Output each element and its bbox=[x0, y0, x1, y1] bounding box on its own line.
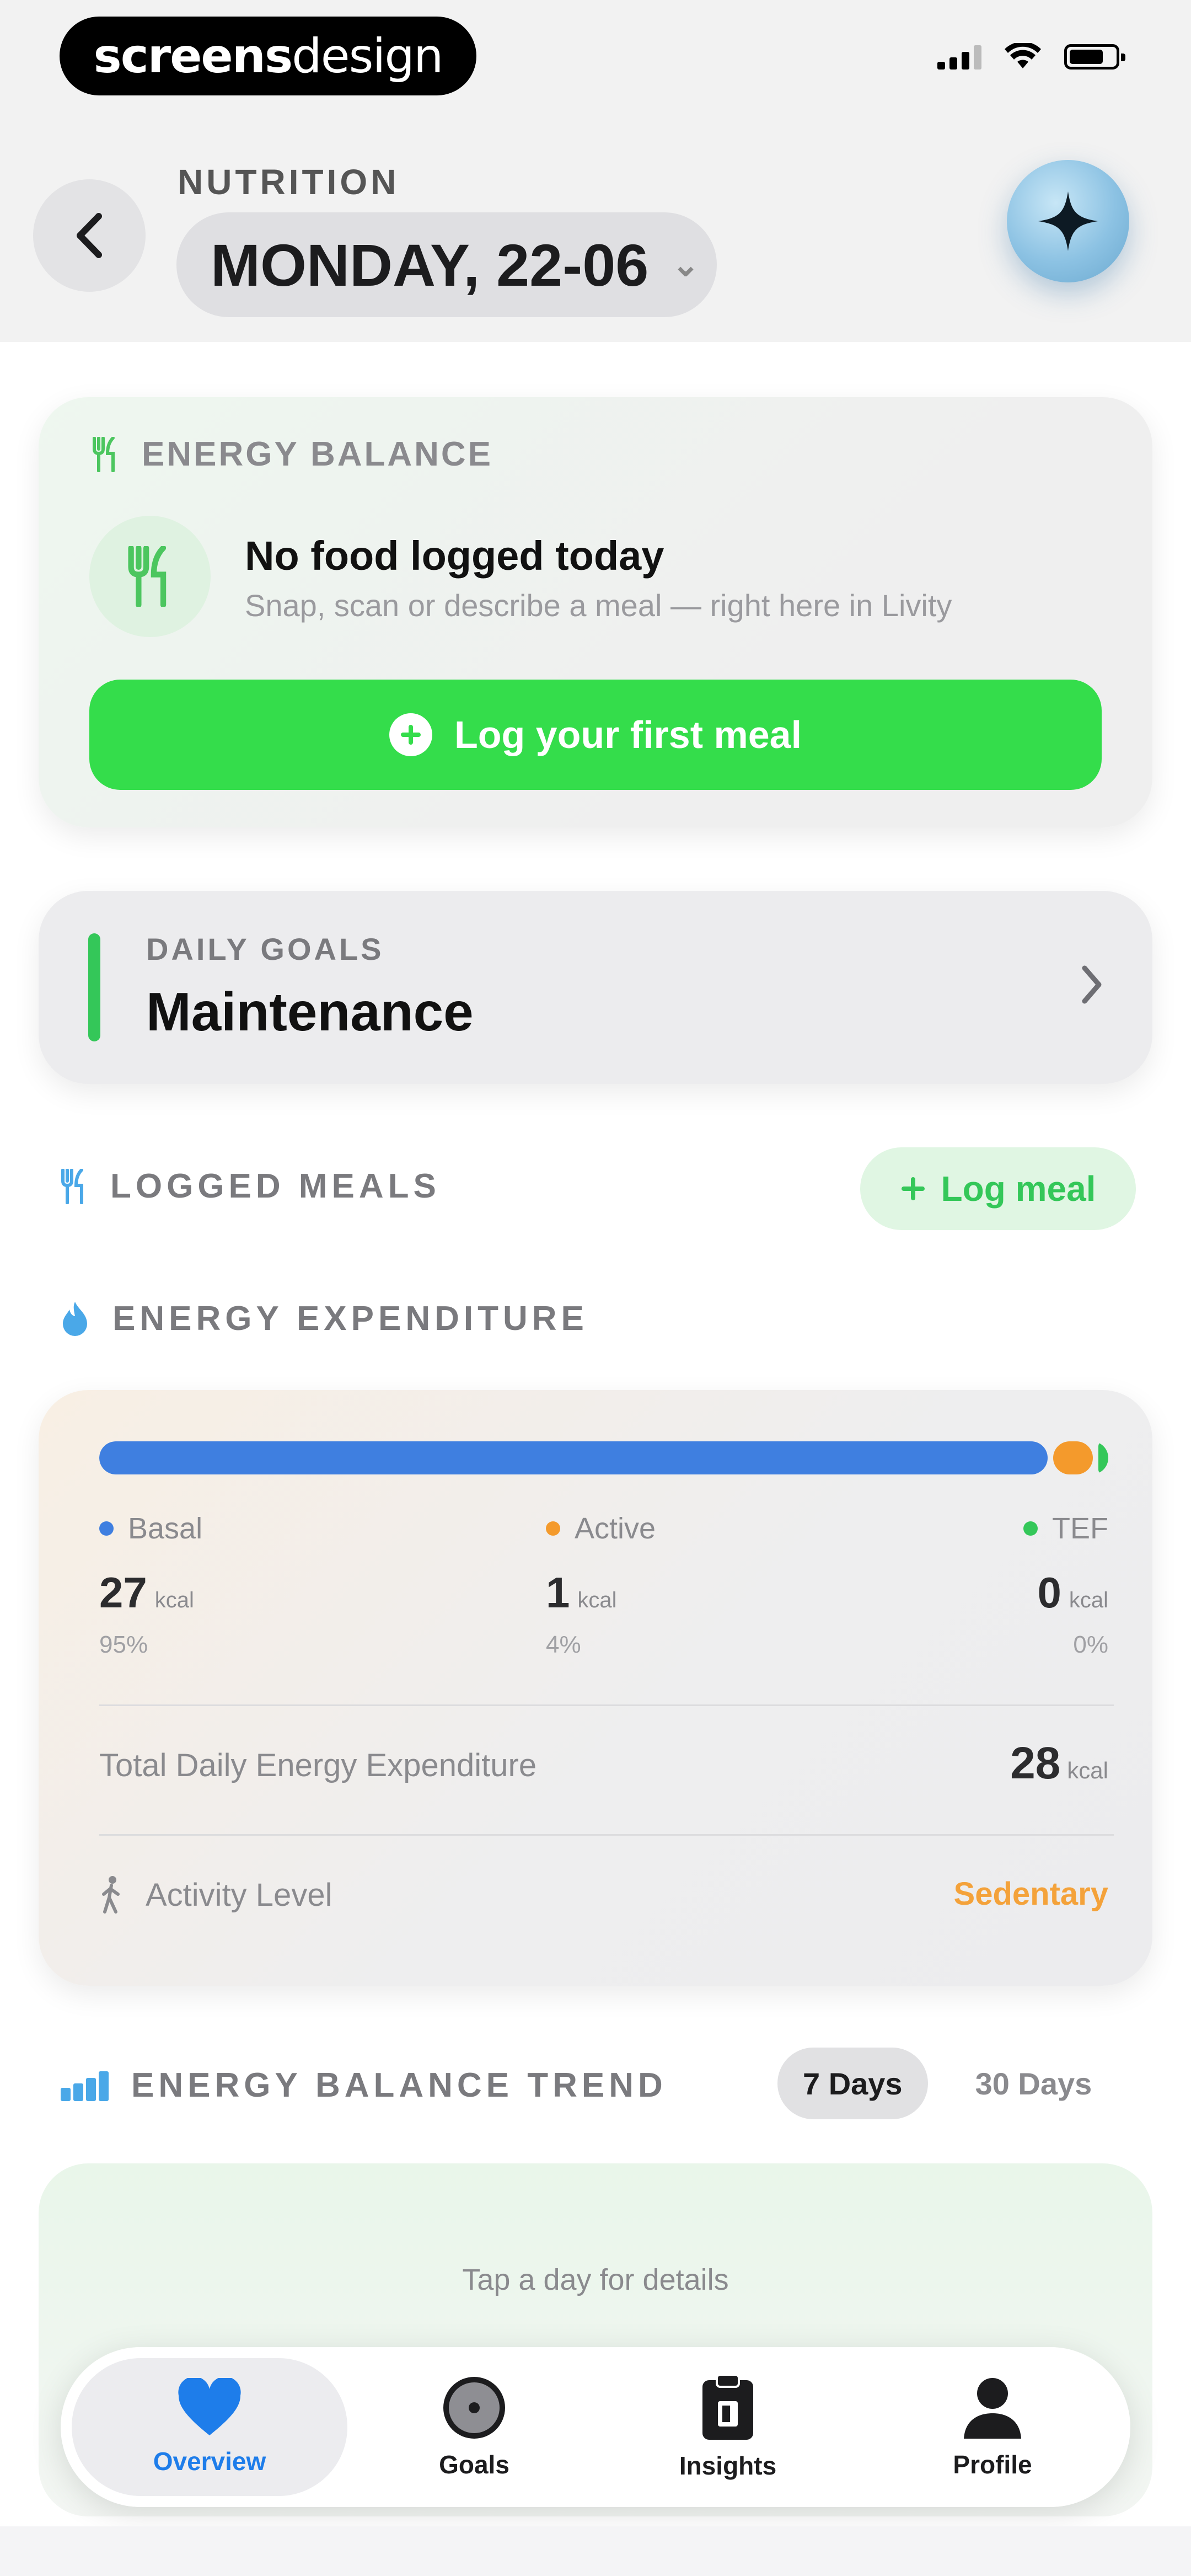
plus-icon bbox=[901, 1177, 925, 1200]
chevron-left-icon bbox=[77, 213, 102, 258]
basal-name: Basal bbox=[128, 1512, 203, 1545]
meal-placeholder-icon-circle bbox=[89, 516, 211, 637]
active-legend-dot bbox=[546, 1521, 560, 1536]
sparkle-icon bbox=[1038, 191, 1098, 251]
back-button[interactable] bbox=[33, 179, 146, 292]
wifi-icon bbox=[1005, 43, 1041, 68]
tab-goals[interactable]: Goals bbox=[369, 2358, 579, 2496]
range-30-days[interactable]: 30 Days bbox=[950, 2048, 1118, 2119]
brand-logo-bold: screens bbox=[93, 28, 293, 84]
basal-value: 27 bbox=[99, 1568, 147, 1617]
basal-unit: kcal bbox=[154, 1588, 194, 1612]
tab-goals-label: Goals bbox=[439, 2450, 509, 2479]
ai-assistant-button[interactable] bbox=[1007, 160, 1129, 282]
bar-chart-icon bbox=[61, 2071, 109, 2101]
tef-segment bbox=[1098, 1441, 1108, 1474]
activity-level-value: Sedentary bbox=[953, 1876, 1108, 1912]
tdee-unit: kcal bbox=[1067, 1757, 1108, 1783]
empty-state-title: No food logged today bbox=[245, 533, 664, 579]
tef-unit: kcal bbox=[1069, 1588, 1108, 1612]
plus-circle-icon bbox=[389, 713, 432, 756]
energy-balance-card: ENERGY BALANCE No food logged today Snap… bbox=[39, 397, 1152, 827]
basal-percent: 95% bbox=[99, 1631, 148, 1658]
cellular-signal-icon bbox=[937, 44, 981, 70]
fork-knife-icon bbox=[93, 436, 115, 472]
log-meal-button[interactable]: Log meal bbox=[860, 1147, 1136, 1230]
goals-accent-bar bbox=[88, 933, 100, 1041]
active-unit: kcal bbox=[577, 1588, 617, 1612]
logged-meals-header: LOGGED MEALS bbox=[60, 1167, 441, 1206]
active-percent: 4% bbox=[546, 1631, 581, 1658]
tab-overview[interactable]: Overview bbox=[72, 2358, 347, 2496]
basal-column: Basal 27 kcal 95% bbox=[99, 1511, 202, 1659]
basal-segment bbox=[99, 1441, 1048, 1474]
active-column: Active 1 kcal 4% bbox=[546, 1511, 656, 1659]
fork-knife-icon bbox=[128, 546, 167, 607]
active-segment bbox=[1053, 1441, 1093, 1474]
trend-label: ENERGY BALANCE TREND bbox=[131, 2066, 667, 2104]
tef-column: TEF 0 kcal 0% bbox=[1023, 1511, 1108, 1659]
tdee-value-group: 28 kcal bbox=[1010, 1738, 1108, 1789]
header-subtitle: NUTRITION bbox=[178, 162, 400, 202]
tef-legend-dot bbox=[1023, 1521, 1038, 1536]
clipboard-icon bbox=[702, 2374, 753, 2440]
basal-legend-dot bbox=[99, 1521, 114, 1536]
divider bbox=[99, 1834, 1114, 1836]
activity-level-row: Activity Level bbox=[99, 1875, 332, 1914]
bottom-safe-area bbox=[0, 2526, 1191, 2576]
battery-icon bbox=[1064, 44, 1125, 70]
tab-overview-label: Overview bbox=[153, 2447, 266, 2476]
fork-knife-icon bbox=[61, 1168, 83, 1204]
status-bar: screens design bbox=[0, 0, 1191, 121]
tab-bar: Overview Goals Insights Profile bbox=[61, 2347, 1130, 2507]
energy-balance-header: ENERGY BALANCE bbox=[91, 435, 493, 474]
flame-icon bbox=[63, 1301, 87, 1336]
brand-logo: screens design bbox=[60, 17, 476, 95]
chevron-down-icon: ⌄ bbox=[672, 246, 700, 283]
range-7-days[interactable]: 7 Days bbox=[777, 2048, 928, 2119]
target-icon bbox=[443, 2377, 505, 2439]
logged-meals-label: LOGGED MEALS bbox=[110, 1167, 441, 1205]
active-name: Active bbox=[575, 1512, 656, 1545]
tdee-value: 28 bbox=[1010, 1738, 1061, 1788]
trend-header: ENERGY BALANCE TREND bbox=[60, 2066, 667, 2105]
chevron-right-icon bbox=[1082, 965, 1102, 1004]
energy-expenditure-card: Basal 27 kcal 95% Active 1 kcal 4% TEF 0 kc… bbox=[39, 1390, 1152, 1986]
tef-value: 0 bbox=[1037, 1568, 1061, 1617]
tdee-label: Total Daily Energy Expenditure bbox=[99, 1747, 537, 1783]
heart-icon bbox=[178, 2378, 241, 2435]
energy-expenditure-header: ENERGY EXPENDITURE bbox=[60, 1299, 588, 1338]
energy-balance-label: ENERGY BALANCE bbox=[142, 435, 493, 473]
walking-person-icon bbox=[102, 1876, 120, 1914]
trend-hint: Tap a day for details bbox=[462, 2263, 729, 2296]
tab-insights[interactable]: Insights bbox=[612, 2358, 844, 2496]
daily-goals-value: Maintenance bbox=[146, 981, 474, 1042]
date-label: MONDAY, 22-06 bbox=[211, 231, 649, 298]
tab-profile[interactable]: Profile bbox=[877, 2358, 1108, 2496]
tef-percent: 0% bbox=[1073, 1631, 1108, 1658]
tab-insights-label: Insights bbox=[679, 2451, 777, 2480]
divider bbox=[99, 1704, 1114, 1706]
expenditure-breakdown-bar bbox=[99, 1441, 1108, 1474]
date-selector[interactable]: MONDAY, 22-06 ⌄ bbox=[176, 212, 717, 317]
empty-state-subtitle: Snap, scan or describe a meal — right he… bbox=[245, 588, 952, 623]
energy-expenditure-label: ENERGY EXPENDITURE bbox=[112, 1300, 588, 1338]
activity-level-label: Activity Level bbox=[146, 1877, 332, 1913]
person-icon bbox=[964, 2378, 1021, 2439]
log-meal-label: Log meal bbox=[941, 1169, 1096, 1209]
log-first-meal-button[interactable]: Log your first meal bbox=[89, 680, 1102, 790]
log-first-meal-label: Log your first meal bbox=[454, 713, 802, 756]
trend-range-toggle: 7 Days 30 Days bbox=[777, 2048, 1117, 2119]
brand-logo-light: design bbox=[292, 28, 443, 84]
daily-goals-label: DAILY GOALS bbox=[146, 932, 384, 966]
header: NUTRITION MONDAY, 22-06 ⌄ bbox=[0, 121, 1191, 342]
daily-goals-card[interactable]: DAILY GOALS Maintenance bbox=[39, 891, 1152, 1084]
tab-profile-label: Profile bbox=[953, 2450, 1032, 2479]
active-value: 1 bbox=[546, 1568, 570, 1617]
tef-name: TEF bbox=[1052, 1512, 1108, 1545]
status-icons bbox=[937, 43, 1125, 71]
